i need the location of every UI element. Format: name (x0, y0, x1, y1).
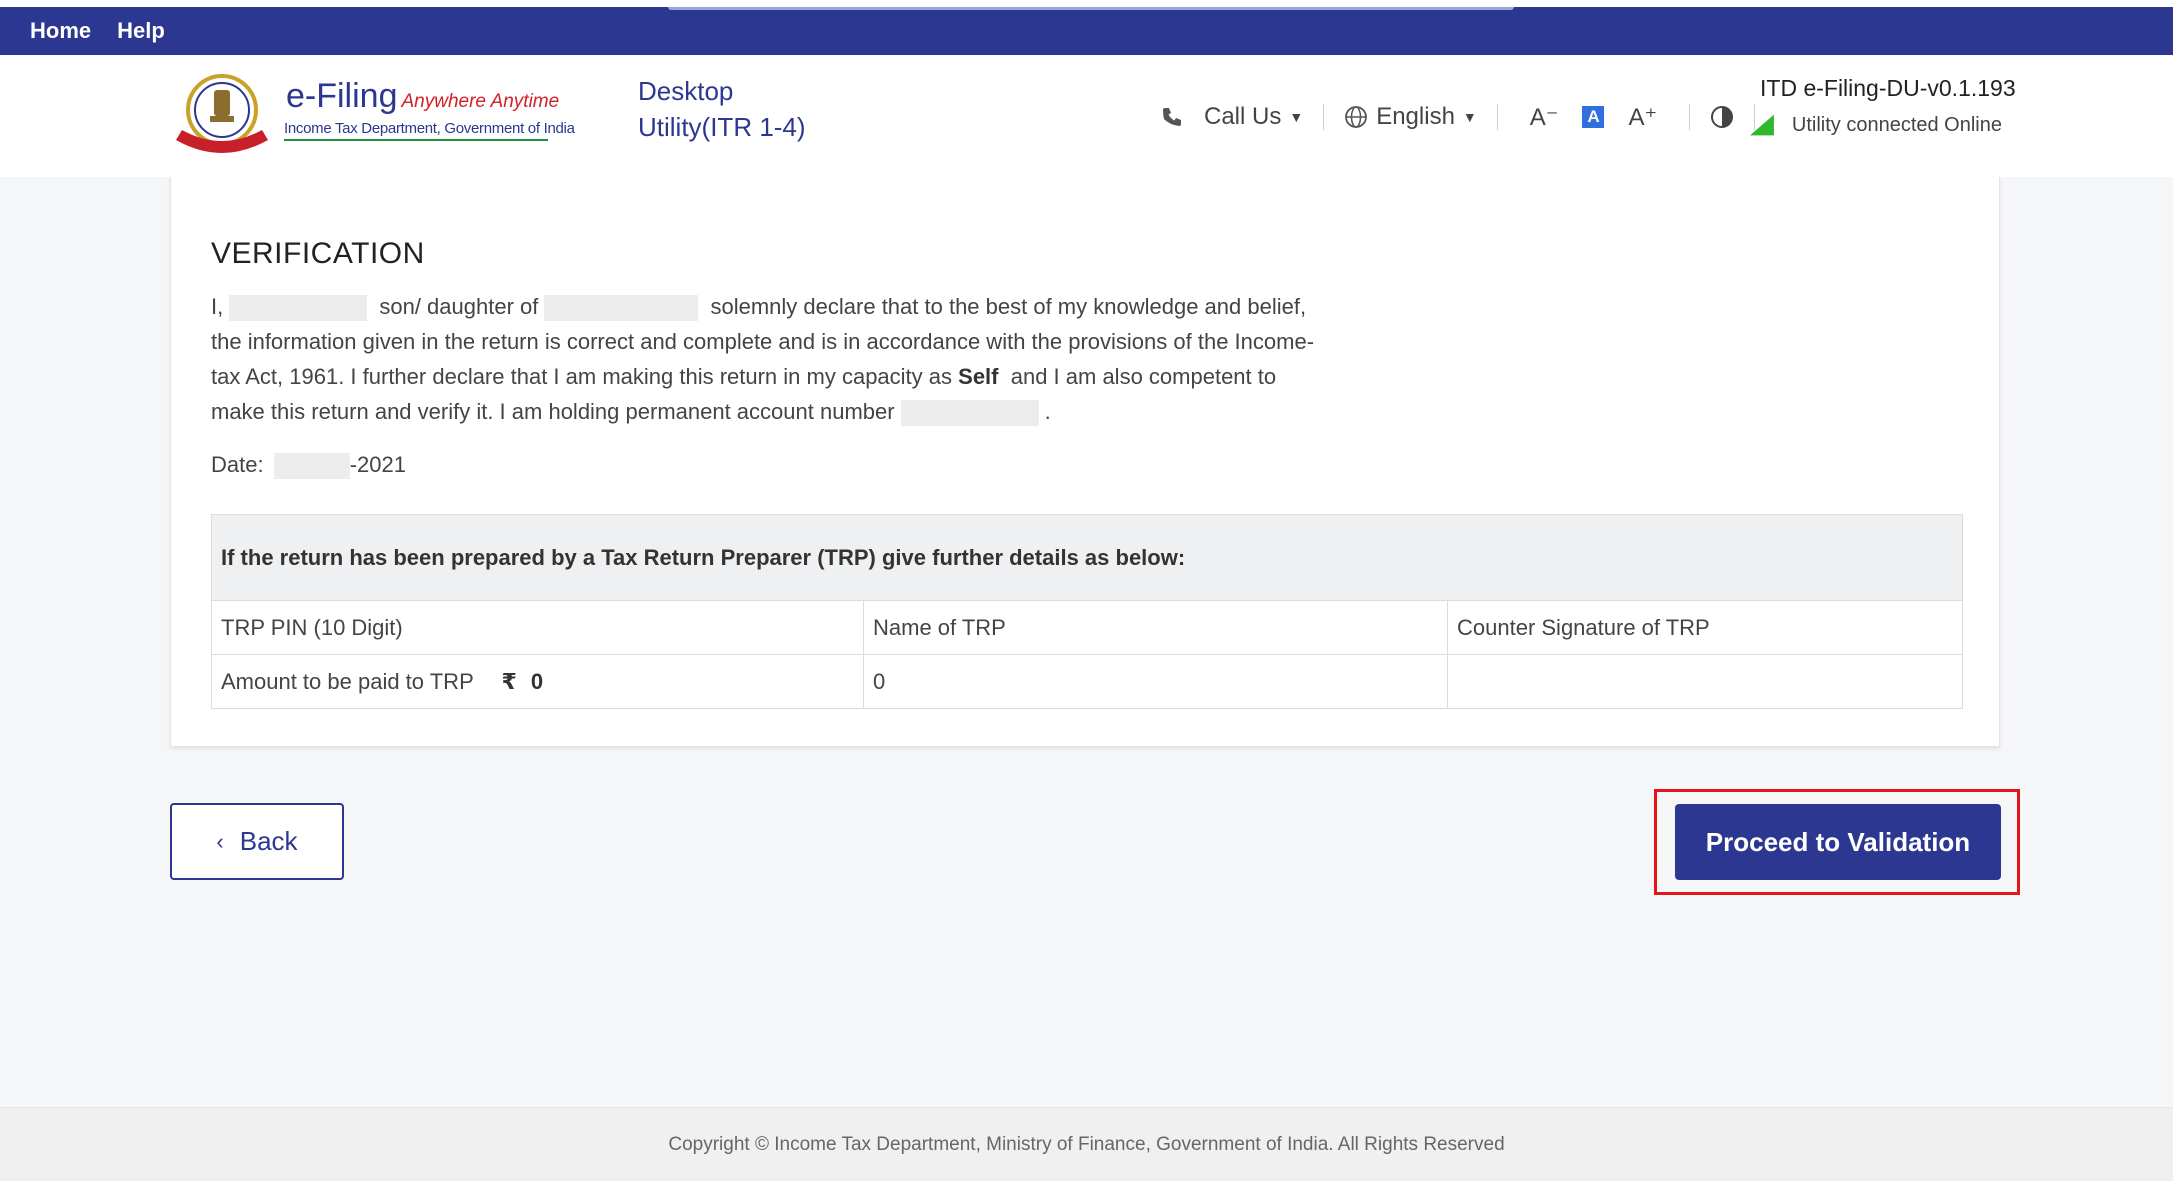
site-header: e-Filing Anywhere Anytime Income Tax Depa… (0, 55, 2173, 177)
call-us-label: Call Us (1204, 103, 1282, 130)
header-tools: Call Us ▼ English ▼ A⁻ A A⁺ (1160, 100, 1775, 134)
declaration-prefix: I, (211, 294, 224, 319)
emblem-logo-icon (176, 74, 268, 153)
date-label: Date: (211, 452, 264, 477)
verification-declaration: I, son/ daughter of solemnly declare tha… (211, 289, 1391, 429)
home-link[interactable]: Home (30, 18, 91, 44)
back-button[interactable]: ‹ Back (170, 803, 344, 880)
back-button-label: Back (239, 826, 298, 856)
font-increase-button[interactable]: A⁺ (1628, 103, 1657, 132)
language-label: English (1376, 103, 1455, 130)
redacted-pan-field (900, 400, 1039, 427)
chevron-left-icon: ‹ (216, 828, 224, 854)
trp-signature-value (1447, 654, 1963, 709)
redacted-name-field (229, 295, 368, 322)
language-dropdown[interactable]: English ▼ (1344, 103, 1477, 131)
divider (1323, 104, 1325, 130)
declaration-capacity: Self (958, 364, 999, 389)
font-decrease-button[interactable]: A⁻ (1530, 103, 1559, 132)
declaration-date: Date: -2021 (211, 452, 406, 480)
trp-amount-value: 0 (530, 668, 544, 694)
trp-table-heading: If the return has been prepared by a Tax… (211, 514, 1963, 601)
chevron-down-icon: ▼ (1289, 109, 1304, 125)
declaration-line4-end: . (1044, 399, 1051, 424)
contrast-toggle-icon[interactable] (1710, 105, 1734, 129)
declaration-line2: the information given in the return is c… (211, 329, 1315, 354)
redacted-parent-name-field (544, 295, 699, 322)
connection-status-label: Utility connected Online (1791, 113, 2002, 136)
phone-icon (1163, 108, 1181, 126)
top-nav-tab-indicator (668, 7, 1514, 10)
font-default-button[interactable]: A (1582, 106, 1605, 128)
help-link[interactable]: Help (117, 18, 165, 44)
declaration-line4: make this return and verify it. I am hol… (211, 399, 895, 424)
app-title-line2: Utility(ITR 1-4) (638, 112, 806, 142)
app-title: Desktop Utility(ITR 1-4) (638, 73, 806, 145)
trp-amount-cell: Amount to be paid to TRP ₹ 0 (211, 654, 864, 709)
logo-underline (284, 139, 548, 141)
top-nav-bar: Home Help (0, 7, 2173, 55)
rupee-icon: ₹ (501, 668, 517, 694)
declaration-line3-end: and I am also competent to (1010, 364, 1277, 389)
redacted-date-field (273, 453, 350, 480)
date-year: -2021 (349, 452, 406, 477)
trp-amount-label: Amount to be paid to TRP (221, 668, 474, 694)
footer: Copyright © Income Tax Department, Minis… (0, 1107, 2173, 1181)
declaration-son-daughter: son/ daughter of (379, 294, 539, 319)
efiling-logo-title: e-Filing Anywhere Anytime (286, 77, 560, 115)
version-label: ITD e-Filing-DU-v0.1.193 (1760, 75, 2016, 101)
signal-icon (1750, 114, 1774, 136)
copyright-text: Copyright © Income Tax Department, Minis… (668, 1133, 1505, 1155)
trp-pin-label: TRP PIN (10 Digit) (211, 600, 864, 655)
trp-name-value: 0 (863, 654, 1448, 709)
divider (1689, 104, 1691, 130)
efiling-logo-tagline: Anywhere Anytime (401, 91, 560, 112)
call-us-dropdown[interactable]: Call Us ▼ (1160, 103, 1303, 131)
globe-icon (1345, 106, 1368, 128)
trp-name-label: Name of TRP (863, 600, 1448, 655)
verification-title: VERIFICATION (211, 237, 425, 270)
chevron-down-icon: ▼ (1462, 109, 1477, 125)
trp-details-table: If the return has been prepared by a Tax… (211, 514, 1963, 709)
declaration-line3-start: tax Act, 1961. I further declare that I … (211, 364, 953, 389)
connection-status: Utility connected Online (1750, 112, 2002, 138)
efiling-logo-subtitle: Income Tax Department, Government of Ind… (284, 120, 575, 137)
verification-card: VERIFICATION I, son/ daughter of solemnl… (170, 177, 2000, 747)
declaration-line1-end: solemnly declare that to the best of my … (710, 294, 1307, 319)
app-title-line1: Desktop (638, 76, 734, 106)
proceed-to-validation-button[interactable]: Proceed to Validation (1675, 804, 2001, 880)
divider (1496, 104, 1498, 130)
trp-signature-label: Counter Signature of TRP (1447, 600, 1963, 655)
